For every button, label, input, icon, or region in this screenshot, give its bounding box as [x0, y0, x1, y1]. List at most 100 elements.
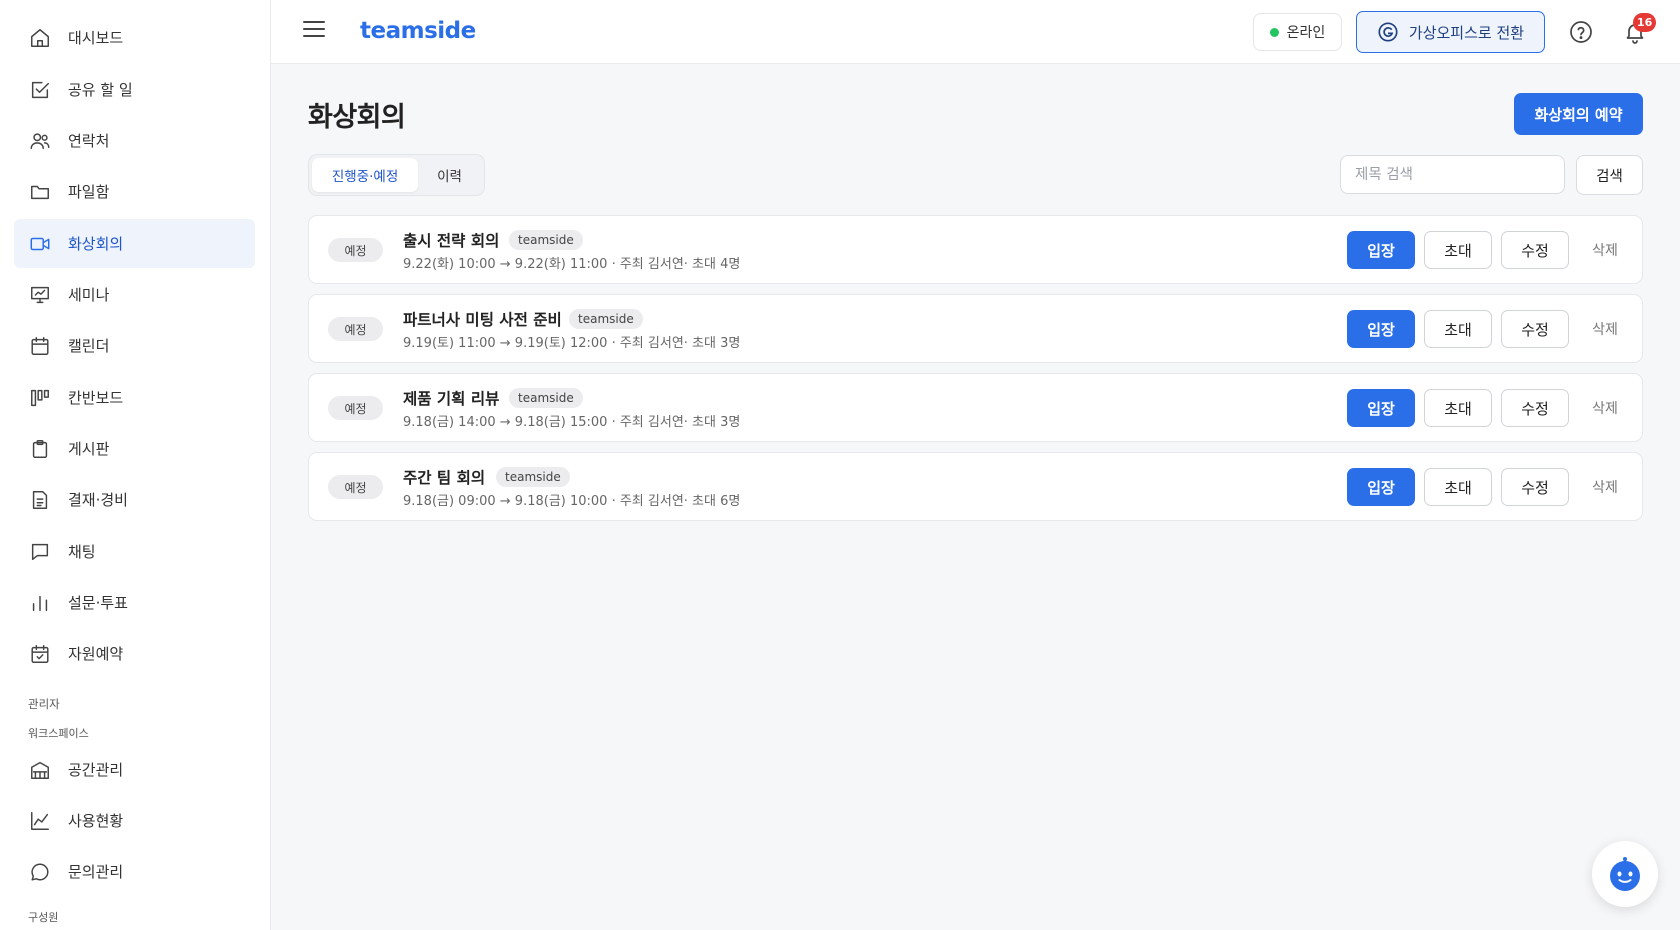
sidebar-item-kanban[interactable]: 칸반보드 — [14, 373, 255, 422]
robot-icon — [1610, 857, 1640, 891]
sidebar-item-label: 화상회의 — [68, 235, 124, 253]
sidebar-item-usage[interactable]: 사용현황 — [14, 796, 255, 845]
meeting-card: 예정 제품 기획 리뷰 teamside 9.18(금) 14:00 → 9.1… — [308, 373, 1643, 442]
calendar-icon — [28, 334, 52, 358]
clipboard-icon — [28, 437, 52, 461]
calendar-check-icon — [28, 642, 52, 666]
sidebar-item-label: 게시판 — [68, 440, 110, 458]
search-input[interactable] — [1340, 155, 1565, 194]
notification-badge: 16 — [1633, 13, 1657, 32]
tab-ongoing-upcoming[interactable]: 진행중·예정 — [312, 158, 419, 192]
line-chart-icon — [28, 809, 52, 833]
enter-button[interactable]: 입장 — [1347, 389, 1415, 427]
virtual-office-label: 가상오피스로 전환 — [1408, 23, 1525, 42]
workspace-tag: teamside — [496, 467, 570, 487]
sidebar-item-calendar[interactable]: 캘린더 — [14, 321, 255, 370]
checkbox-icon — [28, 78, 52, 102]
section-label-admin: 관리자 — [28, 697, 60, 711]
sidebar-item-resource-booking[interactable]: 자원예약 — [14, 629, 255, 678]
sidebar-item-dashboard[interactable]: 대시보드 — [14, 13, 255, 62]
status-badge: 예정 — [328, 475, 383, 499]
delete-button[interactable]: 삭제 — [1579, 310, 1631, 348]
sidebar-item-seminar[interactable]: 세미나 — [14, 270, 255, 319]
invite-button[interactable]: 초대 — [1424, 468, 1492, 506]
sidebar-item-label: 공간관리 — [68, 761, 124, 779]
meeting-meta: 9.18(금) 09:00 → 9.18(금) 10:00 · 주최 김서연· … — [403, 494, 741, 509]
assistant-bot-button[interactable] — [1592, 841, 1658, 907]
document-icon — [28, 488, 52, 512]
delete-button[interactable]: 삭제 — [1579, 389, 1631, 427]
invite-button[interactable]: 초대 — [1424, 231, 1492, 269]
edit-button[interactable]: 수정 — [1501, 468, 1569, 506]
sidebar-item-space-management[interactable]: 공간관리 — [14, 745, 255, 794]
page-title: 화상회의 — [308, 102, 406, 133]
workspace-tag: teamside — [509, 388, 583, 408]
meeting-title: 출시 전략 회의 — [403, 232, 500, 250]
top-header: teamside 온라인 가상오피스로 전환 16 — [271, 0, 1680, 64]
sidebar-item-board[interactable]: 게시판 — [14, 424, 255, 473]
sidebar-item-contacts[interactable]: 연락처 — [14, 116, 255, 165]
workspace-tag: teamside — [509, 230, 583, 250]
sidebar: 대시보드 공유 할 일 연락처 파일함 화상회의 세미나 캘린더 칸반보드 게시… — [0, 0, 271, 930]
invite-button[interactable]: 초대 — [1424, 389, 1492, 427]
sidebar-item-inquiry[interactable]: 문의관리 — [14, 847, 255, 896]
meeting-card: 예정 출시 전략 회의 teamside 9.22(화) 10:00 → 9.2… — [308, 215, 1643, 284]
presence-status[interactable]: 온라인 — [1253, 13, 1342, 51]
sidebar-item-label: 공유 할 일 — [68, 81, 133, 99]
sidebar-item-label: 사용현황 — [68, 812, 124, 830]
status-badge: 예정 — [328, 396, 383, 420]
message-circle-icon — [28, 860, 52, 884]
sidebar-item-files[interactable]: 파일함 — [14, 167, 255, 216]
meeting-tabs: 진행중·예정 이력 — [308, 154, 485, 196]
meeting-meta: 9.19(토) 11:00 → 9.19(토) 12:00 · 주최 김서연· … — [403, 336, 741, 351]
video-icon — [28, 232, 52, 256]
sidebar-item-chat[interactable]: 채팅 — [14, 527, 255, 576]
sidebar-item-label: 결재·경비 — [68, 491, 128, 509]
workspace-tag: teamside — [569, 309, 643, 329]
sidebar-item-label: 대시보드 — [68, 29, 124, 47]
sidebar-item-label: 설문·투표 — [68, 594, 128, 612]
edit-button[interactable]: 수정 — [1501, 310, 1569, 348]
sidebar-item-label: 문의관리 — [68, 863, 124, 881]
menu-icon[interactable] — [303, 21, 325, 43]
g-logo-icon — [1378, 22, 1398, 42]
meeting-card: 예정 파트너사 미팅 사전 준비 teamside 9.19(토) 11:00 … — [308, 294, 1643, 363]
online-dot-icon — [1269, 27, 1279, 37]
sidebar-item-approval[interactable]: 결재·경비 — [14, 475, 255, 524]
meeting-title: 주간 팀 회의 — [403, 469, 486, 487]
sidebar-item-label: 연락처 — [68, 132, 110, 150]
sidebar-item-label: 캘린더 — [68, 337, 110, 355]
enter-button[interactable]: 입장 — [1347, 310, 1415, 348]
search-button[interactable]: 검색 — [1576, 155, 1643, 195]
edit-button[interactable]: 수정 — [1501, 231, 1569, 269]
folder-icon — [28, 180, 52, 204]
meeting-meta: 9.22(화) 10:00 → 9.22(화) 11:00 · 주최 김서연· … — [403, 257, 741, 272]
users-icon — [28, 129, 52, 153]
sidebar-item-label: 자원예약 — [68, 645, 124, 663]
help-icon[interactable] — [1569, 20, 1593, 44]
section-label-members: 구성원 — [28, 911, 59, 924]
sidebar-item-video-meeting[interactable]: 화상회의 — [14, 219, 255, 268]
status-badge: 예정 — [328, 317, 383, 341]
meeting-title: 파트너사 미팅 사전 준비 — [403, 311, 562, 329]
meeting-title: 제품 기획 리뷰 — [403, 390, 500, 408]
enter-button[interactable]: 입장 — [1347, 231, 1415, 269]
delete-button[interactable]: 삭제 — [1579, 231, 1631, 269]
app-logo[interactable]: teamside — [360, 18, 476, 44]
kanban-icon — [28, 386, 52, 410]
section-label-workspace: 워크스페이스 — [28, 727, 89, 740]
tab-history[interactable]: 이력 — [418, 158, 481, 192]
reserve-meeting-button[interactable]: 화상회의 예약 — [1514, 93, 1643, 135]
edit-button[interactable]: 수정 — [1501, 389, 1569, 427]
sidebar-item-label: 채팅 — [68, 543, 96, 561]
sidebar-item-label: 세미나 — [68, 286, 110, 304]
sidebar-item-shared-todo[interactable]: 공유 할 일 — [14, 65, 255, 114]
invite-button[interactable]: 초대 — [1424, 310, 1492, 348]
delete-button[interactable]: 삭제 — [1579, 468, 1631, 506]
enter-button[interactable]: 입장 — [1347, 468, 1415, 506]
virtual-office-button[interactable]: 가상오피스로 전환 — [1356, 11, 1545, 53]
sidebar-item-label: 칸반보드 — [68, 389, 124, 407]
sidebar-item-label: 파일함 — [68, 183, 110, 201]
sidebar-item-survey[interactable]: 설문·투표 — [14, 578, 255, 627]
building-icon — [28, 758, 52, 782]
